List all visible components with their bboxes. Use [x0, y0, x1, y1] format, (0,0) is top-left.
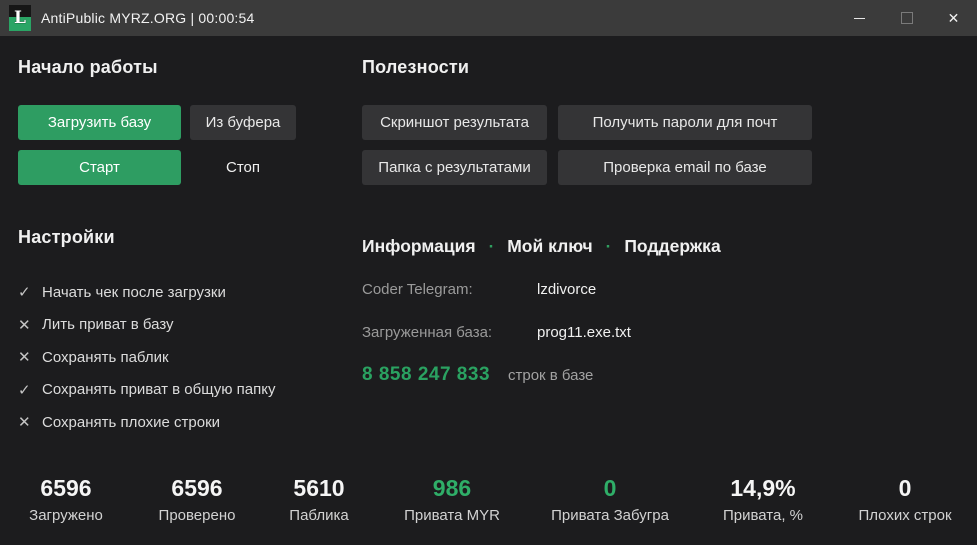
coder-telegram-label: Coder Telegram: — [362, 281, 473, 298]
loaded-base-value: prog11.exe.txt — [537, 324, 631, 341]
stat-label: Проверено — [159, 507, 236, 524]
start-button[interactable]: Старт — [18, 150, 181, 185]
setting-label: Сохранять приват в общую папку — [42, 381, 275, 398]
loaded-base-row: Загруженная база: prog11.exe.txt — [362, 324, 492, 341]
setting-label: Сохранять плохие строки — [42, 414, 220, 431]
stat-label: Плохих строк — [858, 507, 951, 524]
stop-button[interactable]: Стоп — [190, 150, 296, 185]
stat-value: 6596 — [159, 474, 236, 502]
screenshot-result-button[interactable]: Скриншот результата — [362, 105, 547, 140]
base-count-row: 8 858 247 833 строк в базе — [362, 364, 490, 386]
cross-icon: ✕ — [18, 348, 38, 366]
window-controls: ✕ — [836, 0, 977, 36]
start-section-heading: Начало работы — [18, 57, 158, 78]
tab-my-key[interactable]: Мой ключ — [507, 236, 592, 257]
info-tabs: Информация · Мой ключ · Поддержка — [362, 236, 721, 257]
stat-bad-lines: 0 Плохих строк — [858, 474, 951, 524]
settings-section-heading: Настройки — [18, 227, 115, 248]
stat-privat-percent: 14,9% Привата, % — [723, 474, 803, 524]
utils-section-heading: Полезности — [362, 57, 469, 78]
check-email-button[interactable]: Проверка email по базе — [558, 150, 812, 185]
maximize-button[interactable] — [883, 0, 930, 36]
stat-value: 986 — [404, 474, 500, 502]
loaded-base-label: Загруженная база: — [362, 324, 492, 341]
close-button[interactable]: ✕ — [930, 0, 977, 36]
stat-public: 5610 Паблика — [289, 474, 348, 524]
tab-separator-dot: · — [489, 238, 495, 255]
setting-save-privat-shared-folder[interactable]: ✓ Сохранять приват в общую папку — [18, 379, 275, 401]
stat-value: 0 — [858, 474, 951, 502]
setting-label: Начать чек после загрузки — [42, 284, 226, 301]
from-clipboard-button[interactable]: Из буфера — [190, 105, 296, 140]
coder-telegram-row: Coder Telegram: lzdivorce — [362, 281, 473, 298]
load-base-button[interactable]: Загрузить базу — [18, 105, 181, 140]
stat-value: 0 — [551, 474, 669, 502]
stat-privat-foreign: 0 Привата Забугра — [551, 474, 669, 524]
stat-loaded: 6596 Загружено — [29, 474, 103, 524]
stat-checked: 6596 Проверено — [159, 474, 236, 524]
stat-privat-myr: 986 Привата MYR — [404, 474, 500, 524]
setting-save-public[interactable]: ✕ Сохранять паблик — [18, 346, 275, 368]
close-icon: ✕ — [948, 11, 960, 25]
setting-save-bad-lines[interactable]: ✕ Сохранять плохие строки — [18, 411, 275, 433]
app-logo-icon: L — [9, 5, 31, 31]
tab-separator-dot: · — [606, 238, 612, 255]
stat-value: 5610 — [289, 474, 348, 502]
stat-label: Привата Забугра — [551, 507, 669, 524]
stat-value: 14,9% — [723, 474, 803, 502]
results-folder-button[interactable]: Папка с результатами — [362, 150, 547, 185]
tab-support[interactable]: Поддержка — [624, 236, 720, 257]
titlebar: L AntiPublic MYRZ.ORG | 00:00:54 ✕ — [0, 0, 977, 36]
stat-label: Паблика — [289, 507, 348, 524]
settings-list: ✓ Начать чек после загрузки ✕ Лить прива… — [18, 281, 275, 444]
stat-label: Привата, % — [723, 507, 803, 524]
checkmark-icon: ✓ — [18, 381, 38, 399]
minimize-button[interactable] — [836, 0, 883, 36]
tab-information[interactable]: Информация — [362, 236, 476, 257]
setting-pour-privat-to-base[interactable]: ✕ Лить приват в базу — [18, 314, 275, 336]
stat-label: Привата MYR — [404, 507, 500, 524]
get-mail-passwords-button[interactable]: Получить пароли для почт — [558, 105, 812, 140]
app-window: L AntiPublic MYRZ.ORG | 00:00:54 ✕ Начал… — [0, 0, 977, 545]
checkmark-icon: ✓ — [18, 283, 38, 301]
app-logo-letter: L — [14, 10, 26, 27]
stat-value: 6596 — [29, 474, 103, 502]
setting-label: Лить приват в базу — [42, 316, 174, 333]
base-count-value: 8 858 247 833 — [362, 364, 490, 385]
stat-label: Загружено — [29, 507, 103, 524]
base-count-suffix: строк в базе — [508, 367, 593, 384]
setting-start-check-after-load[interactable]: ✓ Начать чек после загрузки — [18, 281, 275, 303]
maximize-icon — [901, 12, 913, 24]
cross-icon: ✕ — [18, 413, 38, 431]
cross-icon: ✕ — [18, 316, 38, 334]
window-title: AntiPublic MYRZ.ORG | 00:00:54 — [41, 10, 255, 26]
minimize-icon — [854, 18, 865, 19]
coder-telegram-value: lzdivorce — [537, 281, 596, 298]
setting-label: Сохранять паблик — [42, 349, 169, 366]
